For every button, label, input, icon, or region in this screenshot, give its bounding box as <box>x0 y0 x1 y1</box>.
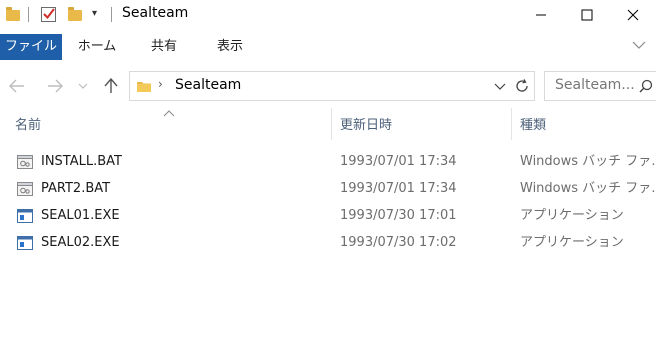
back-arrow-icon[interactable] <box>6 74 28 98</box>
application-icon <box>17 236 33 250</box>
search-icon[interactable] <box>639 79 653 97</box>
column-header-type[interactable]: 種類 <box>520 114 650 138</box>
close-button[interactable] <box>610 0 656 30</box>
refresh-icon <box>516 79 528 92</box>
maximize-button[interactable] <box>564 0 610 30</box>
file-date: 1993/07/01 17:34 <box>340 154 457 169</box>
address-dropdown-icon[interactable] <box>494 80 506 95</box>
file-row[interactable]: PART2.BAT 1993/07/01 17:34 Windows バッチ フ… <box>0 176 656 202</box>
title-separator <box>111 7 112 22</box>
file-name: SEAL01.EXE <box>41 208 120 223</box>
column-header-name[interactable]: 名前 <box>15 114 315 138</box>
file-type: Windows バッチ ファ… <box>520 154 656 169</box>
folder-icon <box>6 7 20 21</box>
file-row[interactable]: SEAL01.EXE 1993/07/30 17:01 アプリケーション <box>0 203 656 229</box>
file-date: 1993/07/01 17:34 <box>340 181 457 196</box>
expand-ribbon-icon[interactable] <box>632 39 646 54</box>
file-row[interactable]: SEAL02.EXE 1993/07/30 17:02 アプリケーション <box>0 230 656 256</box>
file-date: 1993/07/30 17:01 <box>340 208 457 223</box>
navigation-bar: › Sealteam Sealteam... <box>0 70 656 102</box>
file-name: SEAL02.EXE <box>41 235 120 250</box>
file-type: Windows バッチ ファ… <box>520 181 656 196</box>
tab-file[interactable]: ファイル <box>0 34 62 60</box>
column-divider[interactable] <box>331 108 332 140</box>
toolbar-separator <box>28 7 29 22</box>
application-icon <box>17 209 33 223</box>
recent-locations-chevron-icon[interactable] <box>74 74 92 98</box>
title-bar: ▾ Sealteam <box>0 0 656 30</box>
refresh-button[interactable] <box>510 71 535 101</box>
address-bar[interactable]: › Sealteam <box>129 71 511 101</box>
breadcrumb-sealteam[interactable]: Sealteam <box>175 77 241 93</box>
properties-checkbox-icon[interactable] <box>40 5 58 27</box>
ribbon-tabs: ファイル ホーム 共有 表示 <box>0 34 656 60</box>
file-type: アプリケーション <box>520 235 624 250</box>
column-header-date[interactable]: 更新日時 <box>340 114 500 138</box>
tab-view[interactable]: 表示 <box>204 34 256 60</box>
column-divider[interactable] <box>511 108 512 140</box>
breadcrumb-chevron-icon[interactable]: › <box>158 77 163 91</box>
search-input[interactable]: Sealteam... <box>555 77 635 93</box>
file-date: 1993/07/30 17:02 <box>340 235 457 250</box>
file-name: PART2.BAT <box>41 181 111 196</box>
tab-home[interactable]: ホーム <box>70 34 124 60</box>
file-type: アプリケーション <box>520 208 624 223</box>
search-box[interactable]: Sealteam... <box>544 71 656 101</box>
window-title: Sealteam <box>122 5 189 21</box>
folder-icon <box>136 79 152 93</box>
minimize-button[interactable] <box>518 0 564 30</box>
batch-file-icon <box>17 182 33 196</box>
file-row[interactable]: INSTALL.BAT 1993/07/01 17:34 Windows バッチ… <box>0 149 656 175</box>
file-name: INSTALL.BAT <box>41 154 122 169</box>
new-folder-icon[interactable] <box>68 7 82 21</box>
batch-file-icon <box>17 155 33 169</box>
forward-arrow-icon[interactable] <box>44 74 66 98</box>
up-arrow-icon[interactable] <box>100 74 122 98</box>
quick-access-dropdown-icon[interactable]: ▾ <box>92 8 97 19</box>
tab-share[interactable]: 共有 <box>138 34 190 60</box>
